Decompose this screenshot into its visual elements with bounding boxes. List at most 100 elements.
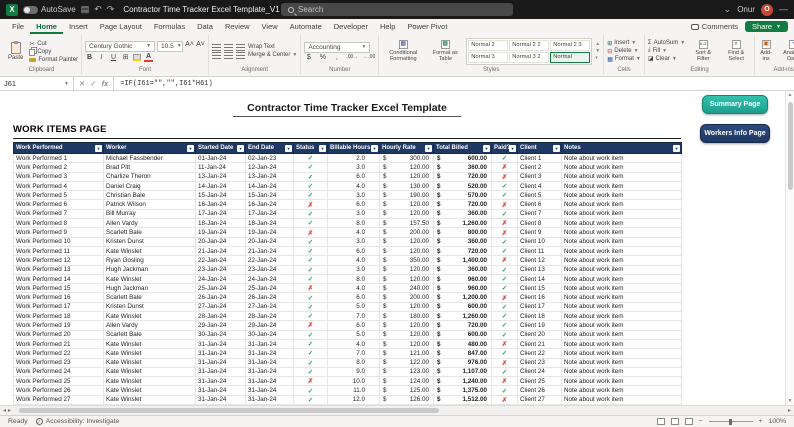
cell-end[interactable]: 25-Jan-24 bbox=[246, 284, 294, 293]
cell-notes[interactable]: Note about work item bbox=[562, 339, 682, 348]
cell-worker[interactable]: Kate Winslet bbox=[104, 339, 196, 348]
cell-start[interactable]: 31-Jan-24 bbox=[196, 358, 246, 367]
number-format-select[interactable]: Accounting▼ bbox=[304, 42, 370, 53]
cell-worker[interactable]: Kristen Dunst bbox=[104, 237, 196, 246]
cell-rate[interactable]: $157.50 bbox=[380, 219, 434, 228]
sort-filter-button[interactable]: A↓Z Sort & Filter bbox=[688, 40, 718, 62]
zoom-level[interactable]: 100% bbox=[769, 418, 786, 425]
cell-work[interactable]: Work Performed 14 bbox=[14, 274, 104, 283]
gallery-down-icon[interactable]: ▼ bbox=[595, 48, 600, 54]
cell-total[interactable]: $360.00 bbox=[434, 237, 492, 246]
cell-style-normal-2-2[interactable]: Normal 2 2 bbox=[509, 40, 549, 51]
cell-rate[interactable]: $180.00 bbox=[380, 312, 434, 321]
cell-hours[interactable]: 4.0 bbox=[328, 256, 380, 265]
cell-total[interactable]: $1,400.00 bbox=[434, 256, 492, 265]
cell-paid[interactable]: ✓ bbox=[492, 274, 518, 283]
cell-hours[interactable]: 4.0 bbox=[328, 181, 380, 190]
workers-info-page-button[interactable]: Workers Info Page bbox=[700, 124, 770, 143]
cell-worker[interactable]: Kate Winslet bbox=[104, 367, 196, 376]
cell-worker[interactable]: Kate Winslet bbox=[104, 349, 196, 358]
cell-paid[interactable]: ✗ bbox=[492, 339, 518, 348]
cell-client[interactable]: Client 1 bbox=[518, 154, 562, 163]
cell-status[interactable]: ✓ bbox=[294, 395, 328, 404]
cell-worker[interactable]: Bill Murray bbox=[104, 209, 196, 218]
cell-paid[interactable]: ✓ bbox=[492, 209, 518, 218]
underline-button[interactable]: U bbox=[109, 54, 118, 61]
cell-paid[interactable]: ✓ bbox=[492, 302, 518, 311]
cell-paid[interactable]: ✗ bbox=[492, 228, 518, 237]
cell-style-normal[interactable]: Normal bbox=[550, 52, 590, 63]
cell-worker[interactable]: Kate Winslet bbox=[104, 386, 196, 395]
ribbon-options-icon[interactable]: ⌄ bbox=[724, 5, 732, 14]
filter-dropdown-icon[interactable]: ▼ bbox=[509, 145, 516, 152]
cell-total[interactable]: $360.00 bbox=[434, 265, 492, 274]
cell-total[interactable]: $720.00 bbox=[434, 321, 492, 330]
cell-rate[interactable]: $122.00 bbox=[380, 358, 434, 367]
cell-end[interactable]: 29-Jan-24 bbox=[246, 321, 294, 330]
cell-client[interactable]: Client 20 bbox=[518, 330, 562, 339]
cell-total[interactable]: $720.00 bbox=[434, 246, 492, 255]
cancel-icon[interactable]: ✕ bbox=[79, 79, 85, 88]
cell-client[interactable]: Client 12 bbox=[518, 256, 562, 265]
delete-cells-button[interactable]: ⊟Delete▼ bbox=[607, 48, 641, 55]
scroll-up-icon[interactable]: ▲ bbox=[788, 91, 793, 99]
addins-button[interactable]: ▣ Add-ins bbox=[758, 40, 774, 62]
cell-rate[interactable]: $120.00 bbox=[380, 274, 434, 283]
cell-worker[interactable]: Kate Winslet bbox=[104, 395, 196, 404]
cell-work[interactable]: Work Performed 7 bbox=[14, 209, 104, 218]
cell-status[interactable]: ✗ bbox=[294, 228, 328, 237]
column-header-start[interactable]: Started Date▼ bbox=[196, 143, 246, 154]
cell-end[interactable]: 23-Jan-24 bbox=[246, 265, 294, 274]
cell-hours[interactable]: 6.0 bbox=[328, 321, 380, 330]
font-size-select[interactable]: 10.5▼ bbox=[157, 41, 183, 52]
cell-total[interactable]: $960.00 bbox=[434, 284, 492, 293]
scroll-down-icon[interactable]: ▼ bbox=[788, 397, 793, 405]
cell-work[interactable]: Work Performed 5 bbox=[14, 191, 104, 200]
cell-notes[interactable]: Note about work item bbox=[562, 377, 682, 386]
cell-paid[interactable]: ✗ bbox=[492, 377, 518, 386]
copy-button[interactable]: Copy bbox=[29, 49, 78, 56]
cell-work[interactable]: Work Performed 18 bbox=[14, 312, 104, 321]
cell-work[interactable]: Work Performed 27 bbox=[14, 395, 104, 404]
cell-work[interactable]: Work Performed 12 bbox=[14, 256, 104, 265]
italic-button[interactable]: I bbox=[97, 54, 106, 61]
cell-worker[interactable]: Michael Fassbender bbox=[104, 154, 196, 163]
cell-paid[interactable]: ✗ bbox=[492, 293, 518, 302]
cell-hours[interactable]: 4.0 bbox=[328, 284, 380, 293]
cell-worker[interactable]: Scarlett Bale bbox=[104, 228, 196, 237]
cell-notes[interactable]: Note about work item bbox=[562, 237, 682, 246]
cell-start[interactable]: 22-Jan-24 bbox=[196, 256, 246, 265]
cell-notes[interactable]: Note about work item bbox=[562, 181, 682, 190]
cell-hours[interactable]: 6.0 bbox=[328, 172, 380, 181]
cell-start[interactable]: 13-Jan-24 bbox=[196, 172, 246, 181]
cell-start[interactable]: 23-Jan-24 bbox=[196, 265, 246, 274]
tab-automate[interactable]: Automate bbox=[284, 19, 328, 34]
addins-group-label[interactable]: Add-ins bbox=[758, 66, 794, 75]
cell-worker[interactable]: Kate Winslet bbox=[104, 246, 196, 255]
fill-button[interactable]: ⤓Fill▼ bbox=[648, 47, 685, 54]
cell-work[interactable]: Work Performed 21 bbox=[14, 339, 104, 348]
cell-paid[interactable]: ✓ bbox=[492, 154, 518, 163]
percent-format-button[interactable]: % bbox=[318, 54, 327, 61]
cell-end[interactable]: 31-Jan-24 bbox=[246, 358, 294, 367]
cell-paid[interactable]: ✓ bbox=[492, 330, 518, 339]
filter-dropdown-icon[interactable]: ▼ bbox=[319, 145, 326, 152]
cell-work[interactable]: Work Performed 3 bbox=[14, 172, 104, 181]
cell-notes[interactable]: Note about work item bbox=[562, 312, 682, 321]
cell-start[interactable]: 17-Jan-24 bbox=[196, 209, 246, 218]
editing-group-label[interactable]: Editing bbox=[648, 66, 751, 75]
cell-worker[interactable]: Allen Vardy bbox=[104, 321, 196, 330]
vertical-scroll-thumb[interactable] bbox=[788, 102, 793, 190]
autosave-toggle[interactable]: AutoSave bbox=[23, 5, 76, 14]
tab-formulas[interactable]: Formulas bbox=[148, 19, 191, 34]
cell-end[interactable]: 12-Jan-24 bbox=[246, 163, 294, 172]
cell-hours[interactable]: 8.0 bbox=[328, 274, 380, 283]
cell-rate[interactable]: $123.00 bbox=[380, 367, 434, 376]
tab-view[interactable]: View bbox=[256, 19, 284, 34]
cell-paid[interactable]: ✗ bbox=[492, 219, 518, 228]
decrease-decimal-button[interactable]: ←.00 bbox=[363, 54, 375, 60]
cell-notes[interactable]: Note about work item bbox=[562, 209, 682, 218]
cell-start[interactable]: 11-Jan-24 bbox=[196, 163, 246, 172]
cell-end[interactable]: 26-Jan-24 bbox=[246, 293, 294, 302]
filter-dropdown-icon[interactable]: ▼ bbox=[187, 145, 194, 152]
